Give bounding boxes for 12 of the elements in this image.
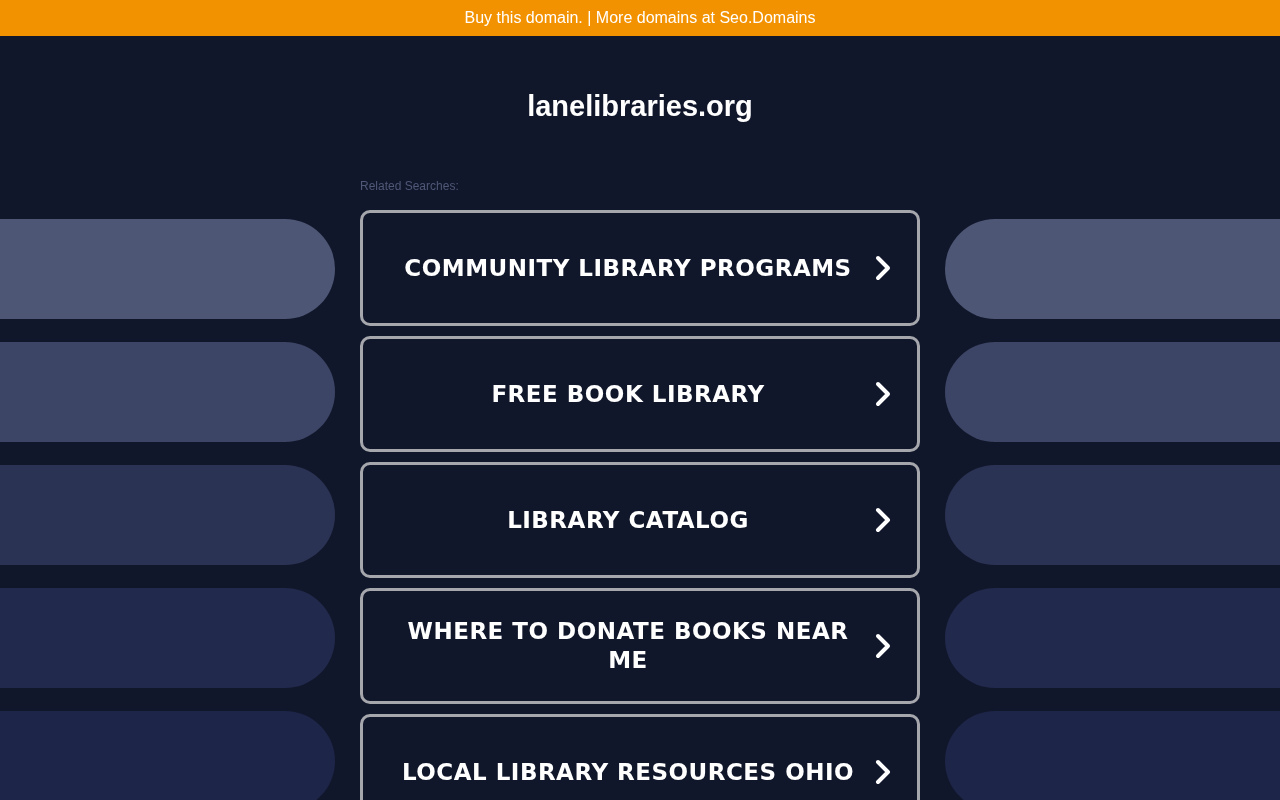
chevron-right-icon — [875, 759, 891, 785]
search-link[interactable]: COMMUNITY LIBRARY PROGRAMS — [360, 210, 920, 326]
search-link[interactable]: LIBRARY CATALOG — [360, 462, 920, 578]
search-link[interactable]: LOCAL LIBRARY RESOURCES OHIO — [360, 714, 920, 800]
domain-title: lanelibraries.org — [527, 89, 753, 123]
search-link[interactable]: WHERE TO DONATE BOOKS NEAR ME — [360, 588, 920, 704]
chevron-right-icon — [875, 507, 891, 533]
search-link[interactable]: FREE BOOK LIBRARY — [360, 336, 920, 452]
chevron-right-icon — [875, 381, 891, 407]
chevron-right-icon — [875, 255, 891, 281]
related-searches-label: Related Searches: — [360, 178, 459, 195]
chevron-right-icon — [875, 633, 891, 659]
